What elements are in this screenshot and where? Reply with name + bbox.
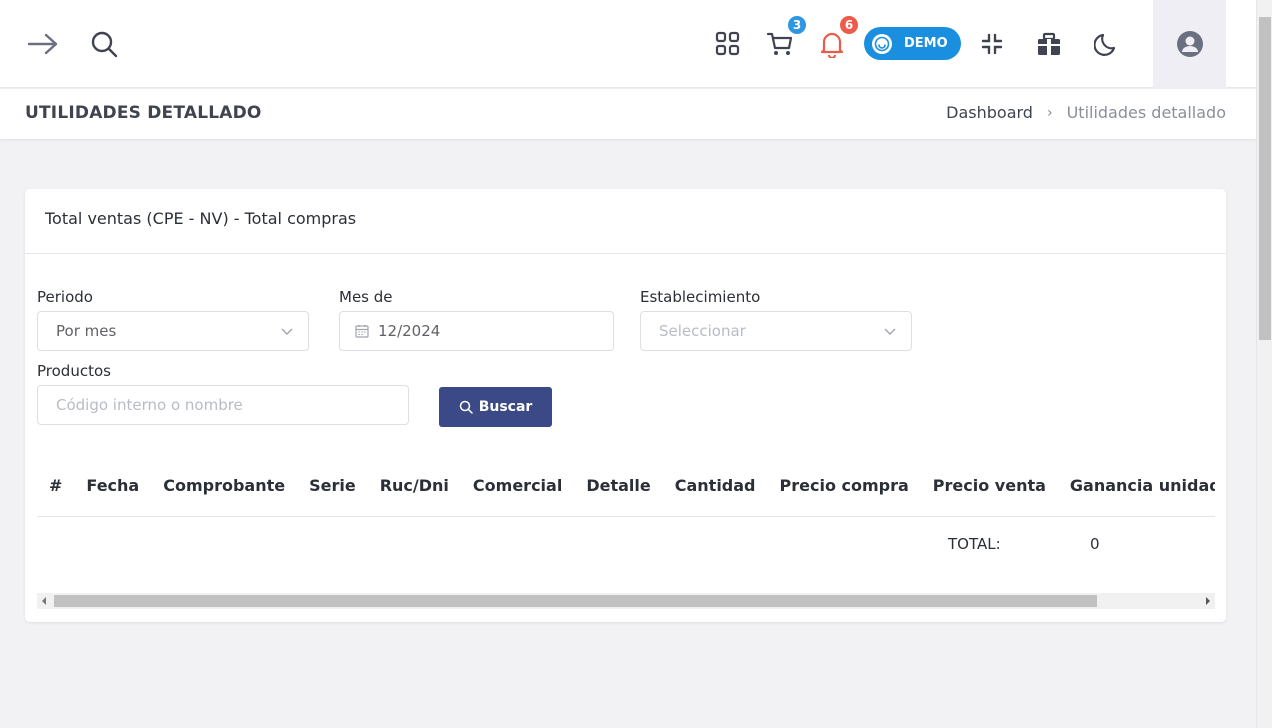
page-title: UTILIDADES DETALLADO: [25, 103, 262, 123]
demo-toggle-button[interactable]: DEMO: [864, 27, 961, 60]
productos-label: Productos: [37, 362, 111, 380]
productos-placeholder: Código interno o nombre: [56, 396, 243, 414]
page-header: UTILIDADES DETALLADO Dashboard › Utilida…: [0, 89, 1256, 139]
scroll-left-arrow-icon[interactable]: [42, 597, 46, 605]
scrollbar-thumb[interactable]: [54, 595, 1097, 607]
cart-icon: [766, 32, 793, 55]
moon-icon[interactable]: [1091, 28, 1123, 60]
table-horizontal-scrollbar[interactable]: [37, 593, 1215, 609]
bell-icon: [820, 32, 844, 58]
buscar-button[interactable]: Buscar: [439, 387, 552, 427]
col-fecha: Fecha: [86, 475, 140, 495]
col-comercial: Comercial: [472, 475, 563, 495]
productos-search-input[interactable]: Código interno o nombre: [37, 385, 409, 425]
col-ruc-dni: Ruc/Dni: [379, 475, 449, 495]
breadcrumb: Dashboard › Utilidades detallado: [946, 103, 1226, 122]
mes-value: 12/2024: [378, 322, 441, 340]
establecimiento-select[interactable]: Seleccionar: [640, 311, 912, 351]
apps-grid-icon[interactable]: [712, 28, 744, 60]
user-circle-icon: [1176, 31, 1203, 57]
demo-label: DEMO: [904, 36, 948, 51]
top-navbar: 3 6 DEMO: [0, 0, 1256, 88]
col-precio-compra: Precio compra: [779, 475, 909, 495]
col-detalle: Detalle: [586, 475, 651, 495]
buscar-label: Buscar: [478, 399, 533, 415]
cart-count-badge: 3: [786, 14, 808, 36]
col-ganancia-unidad: Ganancia unidad: [1069, 475, 1215, 495]
collapse-icon[interactable]: [976, 28, 1008, 60]
notifications-button[interactable]: 6: [816, 14, 860, 60]
mes-label: Mes de: [339, 288, 393, 306]
report-card: Total ventas (CPE - NV) - Total compras …: [25, 189, 1226, 622]
card-title: Total ventas (CPE - NV) - Total compras: [25, 189, 1226, 254]
col-index: #: [49, 475, 63, 495]
establecimiento-placeholder: Seleccionar: [659, 322, 746, 340]
breadcrumb-separator: ›: [1046, 104, 1053, 121]
mes-date-picker[interactable]: 12/2024: [339, 311, 614, 351]
user-menu-button[interactable]: [1153, 0, 1226, 88]
results-table: # Fecha Comprobante Serie Ruc/Dni Comerc…: [37, 454, 1215, 572]
chevron-down-icon: [884, 328, 896, 335]
col-cantidad: Cantidad: [674, 475, 756, 495]
table-header-row: # Fecha Comprobante Serie Ruc/Dni Comerc…: [37, 454, 1215, 517]
periodo-select[interactable]: Por mes: [37, 311, 309, 351]
col-comprobante: Comprobante: [163, 475, 286, 495]
establecimiento-label: Establecimiento: [640, 288, 761, 306]
total-value: 0: [1090, 535, 1100, 553]
table-total-row: TOTAL: 0: [37, 517, 1215, 572]
periodo-label: Periodo: [37, 288, 93, 306]
gift-icon[interactable]: [1033, 28, 1065, 60]
scroll-right-arrow-icon[interactable]: [1206, 597, 1210, 605]
periodo-value: Por mes: [56, 322, 117, 340]
search-icon: [459, 400, 473, 414]
breadcrumb-dashboard-link[interactable]: Dashboard: [946, 103, 1033, 122]
page-vertical-scrollbar[interactable]: [1256, 0, 1272, 728]
calendar-icon: [355, 325, 369, 338]
col-precio-venta: Precio venta: [932, 475, 1046, 495]
total-label: TOTAL:: [948, 535, 1001, 553]
smile-icon: [872, 33, 892, 54]
cart-button[interactable]: 3: [764, 14, 808, 60]
breadcrumb-current: Utilidades detallado: [1066, 103, 1226, 122]
page-scrollbar-thumb[interactable]: [1259, 17, 1271, 340]
arrow-right-icon[interactable]: [27, 28, 59, 60]
chevron-down-icon: [281, 328, 293, 335]
search-icon[interactable]: [88, 28, 120, 60]
col-serie: Serie: [309, 475, 356, 495]
notifications-count-badge: 6: [838, 14, 860, 36]
